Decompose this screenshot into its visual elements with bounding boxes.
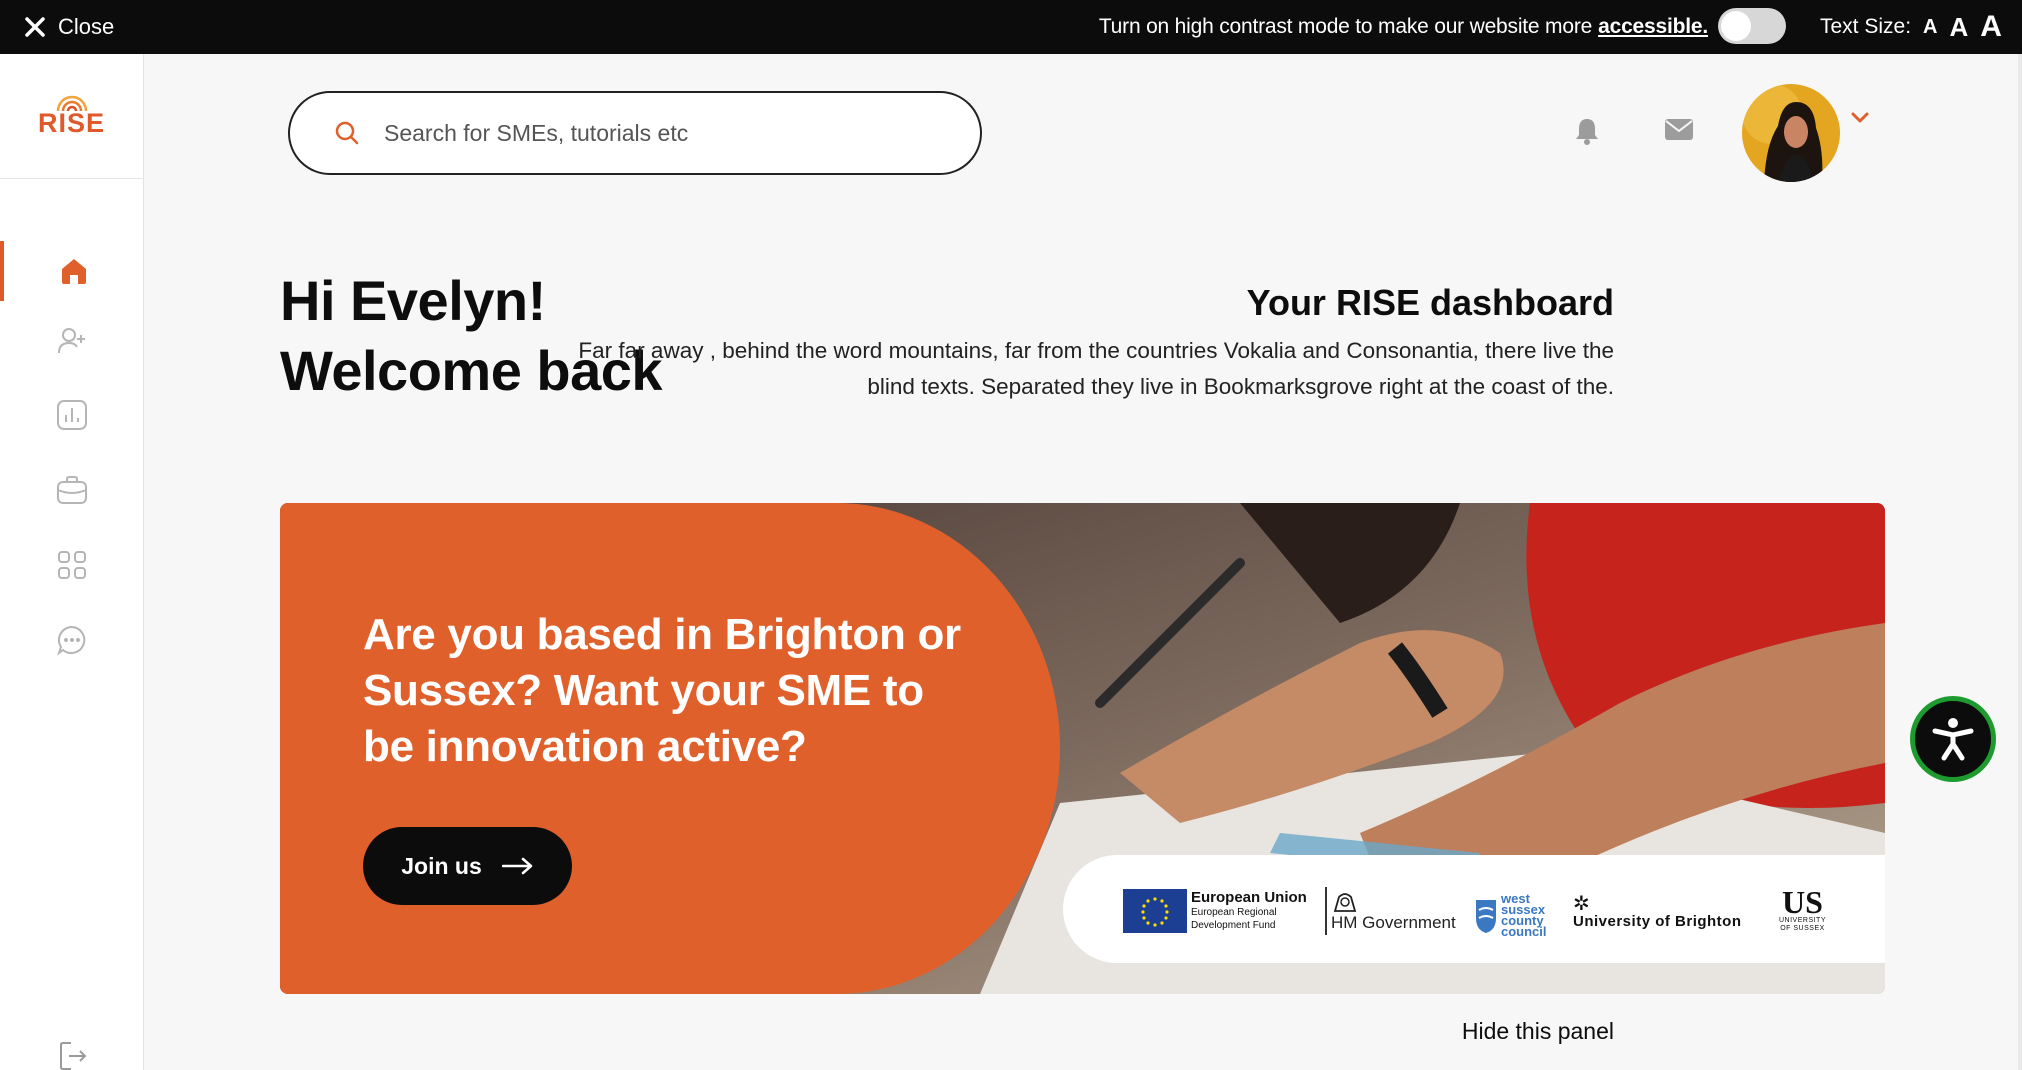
text-size-control: Text Size: A A A xyxy=(1820,0,2002,54)
close-label: Close xyxy=(58,14,115,39)
west-sussex-logo: west sussex county council xyxy=(1475,892,1547,939)
shield-icon xyxy=(1476,900,1496,933)
briefcase-icon xyxy=(56,476,87,504)
home-icon xyxy=(61,259,86,284)
toggle-knob xyxy=(1721,11,1751,41)
chat-icon xyxy=(56,625,85,656)
sidebar-item-home[interactable] xyxy=(0,241,143,301)
join-us-label: Join us xyxy=(401,852,482,879)
arrow-right-icon xyxy=(501,857,532,875)
sidebar-item-chat[interactable] xyxy=(0,610,143,670)
dashboard-title: Your RISE dashboard xyxy=(1246,282,1614,323)
text-size-large[interactable]: A xyxy=(1980,10,2002,44)
main-content: Hi Evelyn! Welcome back Your RISE dashbo… xyxy=(144,54,2022,1070)
us-line-2: OF SUSSEX xyxy=(1780,925,1825,932)
crest-icon xyxy=(1333,893,1357,912)
text-size-medium[interactable]: A xyxy=(1950,12,1969,43)
logout-icon xyxy=(59,1042,86,1070)
logo-text: RISE xyxy=(37,107,106,138)
bell-icon xyxy=(1576,119,1598,145)
messages-button[interactable] xyxy=(1664,114,1694,149)
analytics-icon xyxy=(56,400,87,430)
text-size-small[interactable]: A xyxy=(1923,16,1937,39)
sidebar-item-add-user[interactable] xyxy=(0,311,143,371)
high-contrast-text: Turn on high contrast mode to make our w… xyxy=(1098,15,1593,38)
rise-logo[interactable]: RISE xyxy=(0,54,143,179)
accessibility-button[interactable] xyxy=(1910,696,1996,782)
hm-government-logo: HM Government xyxy=(1331,889,1456,933)
us-line-1: UNIVERSITY xyxy=(1779,917,1827,924)
hm-government-text: HM Government xyxy=(1331,913,1456,932)
university-of-sussex-logo: US UNIVERSITY OF SUSSEX xyxy=(1779,884,1827,933)
close-icon xyxy=(25,17,45,37)
sidebar-item-logout[interactable] xyxy=(0,1039,143,1070)
university-of-brighton-text: University of Brighton xyxy=(1573,913,1742,930)
eu-line-1: European Regional xyxy=(1191,907,1277,918)
avatar-image xyxy=(1742,84,1840,182)
partner-logos: European Union European Regional Develop… xyxy=(1063,855,1885,963)
notifications-button[interactable] xyxy=(1572,116,1602,151)
west-sussex-text: west sussex county council xyxy=(1501,892,1547,939)
us-abbr: US xyxy=(1782,884,1823,920)
eu-title: European Union xyxy=(1191,889,1307,906)
promo-banner: Are you based in Brighton or Sussex? Wan… xyxy=(280,503,1885,994)
hide-panel-link[interactable]: Hide this panel xyxy=(1462,1018,1614,1045)
high-contrast-prompt: Turn on high contrast mode to make our w… xyxy=(1000,0,1708,54)
scrollbar[interactable] xyxy=(2018,54,2022,1070)
eu-text: European Union European Regional Develop… xyxy=(1191,889,1307,932)
sidebar-item-briefcase[interactable] xyxy=(0,460,143,520)
star-icon: ✲ xyxy=(1573,893,1591,915)
wscc-line-4: council xyxy=(1501,924,1547,939)
high-contrast-toggle[interactable] xyxy=(1718,8,1786,44)
university-of-brighton-logo: ✲ University of Brighton xyxy=(1573,891,1742,930)
greeting-line-1: Hi Evelyn! xyxy=(280,269,546,332)
sidebar-item-analytics[interactable] xyxy=(0,385,143,445)
add-user-icon xyxy=(57,328,85,354)
chevron-down-icon[interactable] xyxy=(1848,106,1872,130)
accessible-link[interactable]: accessible. xyxy=(1598,15,1708,39)
grid-icon xyxy=(57,551,86,579)
mail-icon xyxy=(1665,119,1693,140)
search-input[interactable] xyxy=(384,119,944,147)
text-size-label: Text Size: xyxy=(1820,15,1912,38)
dashboard-description: Far far away , behind the word mountains… xyxy=(578,338,1614,399)
eu-logo: European Union European Regional Develop… xyxy=(1123,889,1307,933)
search-bar[interactable] xyxy=(288,91,982,175)
join-us-button[interactable]: Join us xyxy=(363,827,572,905)
eu-flag-icon xyxy=(1123,889,1187,933)
banner-headline: Are you based in Brighton or Sussex? Wan… xyxy=(363,610,961,771)
accessibility-bar: Close Turn on high contrast mode to make… xyxy=(0,0,2022,54)
accessibility-icon xyxy=(1932,718,1974,761)
avatar[interactable] xyxy=(1742,84,1840,182)
partner-divider xyxy=(1325,887,1327,935)
sidebar-item-grid[interactable] xyxy=(0,535,143,595)
close-button[interactable]: Close xyxy=(24,0,114,54)
sidebar: RISE xyxy=(0,54,144,1070)
eu-line-2: Development Fund xyxy=(1191,920,1276,931)
search-icon xyxy=(335,121,359,145)
